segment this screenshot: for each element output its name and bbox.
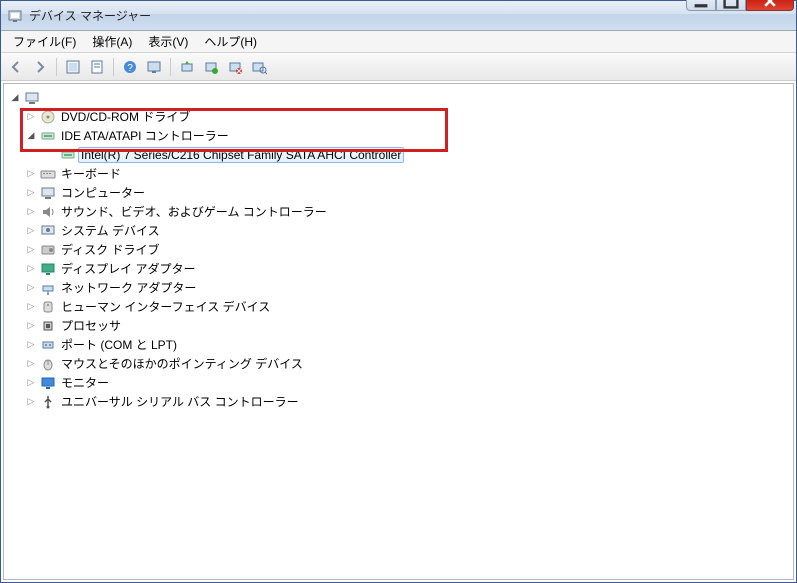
- expander-collapsed-icon[interactable]: [24, 357, 38, 371]
- tree-item[interactable]: ディスプレイ アダプター: [6, 259, 791, 278]
- expander-collapsed-icon[interactable]: [24, 167, 38, 181]
- tree-item-label: ネットワーク アダプター: [58, 278, 199, 297]
- hid-icon: [40, 299, 56, 315]
- expander-collapsed-icon[interactable]: [24, 338, 38, 352]
- menubar: ファイル(F) 操作(A) 表示(V) ヘルプ(H): [1, 31, 796, 53]
- tree-item[interactable]: ヒューマン インターフェイス デバイス: [6, 297, 791, 316]
- expander-collapsed-icon[interactable]: [24, 243, 38, 257]
- close-button[interactable]: [746, 0, 794, 11]
- menu-view[interactable]: 表示(V): [140, 31, 196, 52]
- tree-item-label: キーボード: [58, 164, 124, 183]
- expander-collapsed-icon[interactable]: [24, 300, 38, 314]
- tree-item-label: システム デバイス: [58, 221, 163, 240]
- tree-child-item[interactable]: Intel(R) 7 Series/C216 Chipset Family SA…: [6, 145, 791, 164]
- tree-item[interactable]: DVD/CD-ROM ドライブ: [6, 107, 791, 126]
- help-button[interactable]: ?: [119, 56, 141, 78]
- port-icon: [40, 337, 56, 353]
- tree-item-label: モニター: [58, 373, 112, 392]
- scan-button[interactable]: [248, 56, 270, 78]
- toolbar-separator: [56, 58, 57, 76]
- forward-button[interactable]: [29, 56, 51, 78]
- tree-item[interactable]: サウンド、ビデオ、およびゲーム コントローラー: [6, 202, 791, 221]
- computer-icon: [24, 90, 40, 106]
- device-manager-window: デバイス マネージャー ファイル(F) 操作(A) 表示(V) ヘルプ(H) ?: [0, 0, 797, 583]
- uninstall-button[interactable]: [200, 56, 222, 78]
- keyboard-icon: [40, 166, 56, 182]
- monitor-icon: [40, 375, 56, 391]
- computer-icon: [40, 185, 56, 201]
- expander-collapsed-icon[interactable]: [24, 319, 38, 333]
- tree-root[interactable]: [6, 88, 791, 107]
- expander-expanded-icon[interactable]: [24, 129, 38, 143]
- network-icon: [40, 280, 56, 296]
- tree-item[interactable]: モニター: [6, 373, 791, 392]
- menu-file[interactable]: ファイル(F): [5, 31, 84, 52]
- disc-icon: [40, 109, 56, 125]
- expander-collapsed-icon[interactable]: [24, 395, 38, 409]
- expander-icon[interactable]: [8, 91, 22, 105]
- tree-item-label: マウスとそのほかのポインティング デバイス: [58, 354, 306, 373]
- tree-content[interactable]: DVD/CD-ROM ドライブIDE ATA/ATAPI コントローラー Inte…: [3, 83, 794, 580]
- window-controls: [686, 0, 794, 11]
- toolbar-separator: [113, 58, 114, 76]
- tree-child-label: Intel(R) 7 Series/C216 Chipset Family SA…: [78, 147, 404, 163]
- tree-item[interactable]: IDE ATA/ATAPI コントローラー: [6, 126, 791, 145]
- tree-item[interactable]: コンピューター: [6, 183, 791, 202]
- toolbar: ?: [1, 53, 796, 81]
- tree-item-label: ディスク ドライブ: [58, 240, 163, 259]
- usb-icon: [40, 394, 56, 410]
- expander-collapsed-icon[interactable]: [24, 186, 38, 200]
- show-hidden-button[interactable]: [62, 56, 84, 78]
- tree-item-label: IDE ATA/ATAPI コントローラー: [58, 126, 232, 145]
- window-title: デバイス マネージャー: [29, 7, 686, 24]
- system-icon: [40, 223, 56, 239]
- expander-collapsed-icon[interactable]: [24, 110, 38, 124]
- svg-text:?: ?: [127, 63, 133, 74]
- update-driver-button[interactable]: [176, 56, 198, 78]
- disk-icon: [40, 242, 56, 258]
- expander-collapsed-icon[interactable]: [24, 262, 38, 276]
- tree-item[interactable]: ネットワーク アダプター: [6, 278, 791, 297]
- maximize-button[interactable]: [716, 0, 746, 11]
- menu-action[interactable]: 操作(A): [84, 31, 140, 52]
- tree-item-label: ポート (COM と LPT): [58, 335, 180, 354]
- tree-item-label: コンピューター: [58, 183, 148, 202]
- cpu-icon: [40, 318, 56, 334]
- tree-item[interactable]: ポート (COM と LPT): [6, 335, 791, 354]
- tree-item-label: サウンド、ビデオ、およびゲーム コントローラー: [58, 202, 330, 221]
- tree-item-label: ヒューマン インターフェイス デバイス: [58, 297, 273, 316]
- properties-button[interactable]: [86, 56, 108, 78]
- expander-collapsed-icon[interactable]: [24, 376, 38, 390]
- mouse-icon: [40, 356, 56, 372]
- tree-item[interactable]: プロセッサ: [6, 316, 791, 335]
- expander-collapsed-icon[interactable]: [24, 281, 38, 295]
- titlebar[interactable]: デバイス マネージャー: [1, 1, 796, 31]
- app-icon: [7, 8, 23, 24]
- disable-button[interactable]: [224, 56, 246, 78]
- tree-item[interactable]: キーボード: [6, 164, 791, 183]
- tree-item-label: ユニバーサル シリアル バス コントローラー: [58, 392, 302, 411]
- tree-item[interactable]: ディスク ドライブ: [6, 240, 791, 259]
- back-button[interactable]: [5, 56, 27, 78]
- tree-item-label: DVD/CD-ROM ドライブ: [58, 107, 193, 126]
- root-label: [42, 97, 48, 99]
- minimize-button[interactable]: [686, 0, 716, 11]
- tree-item[interactable]: マウスとそのほかのポインティング デバイス: [6, 354, 791, 373]
- expander-collapsed-icon[interactable]: [24, 224, 38, 238]
- ide-icon: [60, 147, 76, 163]
- toolbar-separator: [170, 58, 171, 76]
- sound-icon: [40, 204, 56, 220]
- display-icon: [40, 261, 56, 277]
- tree-item[interactable]: ユニバーサル シリアル バス コントローラー: [6, 392, 791, 411]
- tree-item-label: プロセッサ: [58, 316, 124, 335]
- menu-help[interactable]: ヘルプ(H): [196, 31, 265, 52]
- tree-item-label: ディスプレイ アダプター: [58, 259, 199, 278]
- tree-item[interactable]: システム デバイス: [6, 221, 791, 240]
- ide-icon: [40, 128, 56, 144]
- expander-collapsed-icon[interactable]: [24, 205, 38, 219]
- refresh-button[interactable]: [143, 56, 165, 78]
